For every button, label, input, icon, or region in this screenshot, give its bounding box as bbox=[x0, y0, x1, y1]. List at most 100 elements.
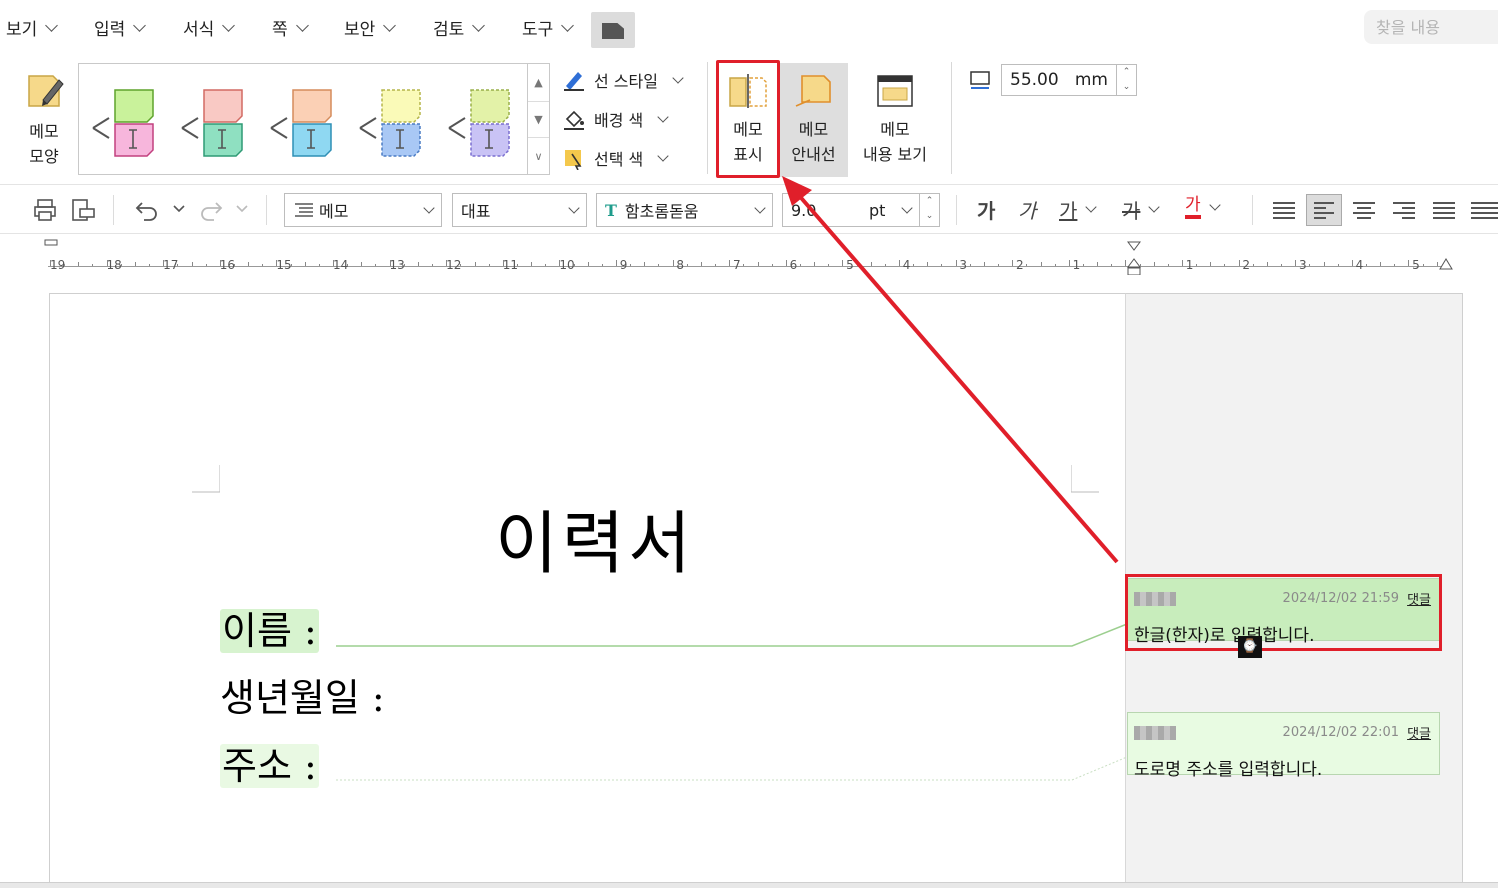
memo-width-spinner[interactable]: ⌃ ⌄ bbox=[1117, 64, 1137, 96]
memo-guide-label-2: 안내선 bbox=[791, 145, 836, 164]
background-color-button[interactable]: 배경 색 bbox=[562, 107, 669, 131]
undo-icon[interactable] bbox=[134, 197, 160, 223]
line-2 bbox=[1357, 206, 1371, 209]
memo-content-view-button[interactable]: 메모 내용 보기 bbox=[853, 72, 937, 167]
ruler-tick bbox=[644, 262, 646, 266]
ribbon-separator bbox=[951, 62, 952, 174]
undo-dropdown-icon[interactable] bbox=[166, 197, 192, 223]
line-1 bbox=[1471, 201, 1498, 204]
ruler-tick bbox=[417, 262, 419, 266]
strikethrough-button[interactable]: 가 bbox=[1122, 195, 1161, 224]
memo-style-green-pink[interactable] bbox=[91, 82, 163, 158]
selection-color-button[interactable]: 선택 색 bbox=[562, 146, 669, 170]
memo-style-peach-blue[interactable] bbox=[269, 82, 341, 158]
memo-shape-button[interactable]: 메모 모양 bbox=[18, 70, 70, 169]
menu-review[interactable]: 검토 bbox=[433, 15, 486, 40]
menu-review-label: 검토 bbox=[433, 20, 465, 40]
underline-button[interactable]: 가 bbox=[1059, 195, 1098, 224]
indent-marker-icon[interactable] bbox=[1125, 241, 1143, 277]
memo-reply-link[interactable]: 댓글 bbox=[1407, 723, 1431, 742]
line-3 bbox=[1273, 211, 1295, 214]
memo-style-pink-teal[interactable] bbox=[180, 82, 252, 158]
font-size-input[interactable]: 9.0 pt bbox=[782, 193, 920, 227]
memo-guide-button[interactable]: 메모 안내선 bbox=[781, 72, 846, 167]
font-select[interactable]: T 함초롬돋움 bbox=[596, 193, 773, 227]
style-select[interactable]: 메모 bbox=[284, 193, 442, 227]
horizontal-ruler[interactable]: 19 18 17 16 15 14 13 12 11 10 9 8 7 6 5 4 3 2 1 1 2 3 4 5 bbox=[0, 235, 1498, 277]
print-preview-icon[interactable] bbox=[70, 197, 96, 223]
paint-bucket-icon bbox=[564, 110, 584, 130]
ruler-number: 2 bbox=[1015, 258, 1024, 272]
first-line-indent-icon[interactable] bbox=[44, 239, 58, 249]
style-select-value: 메모 bbox=[319, 202, 349, 221]
line-4 bbox=[1357, 216, 1371, 219]
memo-tab-button[interactable] bbox=[591, 12, 635, 48]
memo-item[interactable]: 2024/12/02 22:01 댓글 도로명 주소를 입력합니다. bbox=[1127, 712, 1440, 780]
menu-insert[interactable]: 입력 bbox=[94, 15, 147, 40]
right-align-button[interactable] bbox=[1386, 194, 1422, 226]
memo-style-yellow-blue-dashed[interactable] bbox=[358, 82, 430, 158]
line-style-button[interactable]: 선 스타일 bbox=[562, 68, 684, 92]
redo-icon[interactable] bbox=[198, 197, 224, 223]
font-size-value: 9.0 bbox=[791, 200, 817, 220]
memo-content-view-label-2: 내용 보기 bbox=[863, 145, 927, 164]
language-select[interactable]: 대표 bbox=[452, 193, 587, 227]
memo-text[interactable]: 도로명 주소를 입력합니다. bbox=[1134, 755, 1322, 780]
document-page[interactable] bbox=[49, 293, 1125, 888]
distribute-align-button[interactable] bbox=[1426, 194, 1462, 226]
chevron-down-icon bbox=[45, 18, 59, 32]
ruler-tick bbox=[262, 264, 264, 266]
memo-style-gallery bbox=[78, 63, 528, 175]
menu-format[interactable]: 서식 bbox=[183, 15, 236, 40]
spin-down-icon[interactable]: ⌄ bbox=[1117, 80, 1136, 95]
chevron-down-icon[interactable]: ▼ bbox=[528, 101, 549, 138]
ruler-tick bbox=[1365, 264, 1367, 266]
address-field[interactable]: 주소 : bbox=[220, 735, 319, 790]
memo-content-view-icon bbox=[877, 75, 913, 107]
ruler-tick bbox=[516, 264, 518, 266]
print-icon[interactable] bbox=[32, 197, 58, 223]
ruler-tick bbox=[955, 260, 957, 266]
justify-align-button[interactable] bbox=[1266, 194, 1302, 226]
ruler-tick bbox=[828, 264, 830, 266]
hwp-window: 보기 입력 서식 쪽 보안 검토 도구 메모 모양 bbox=[0, 0, 1498, 888]
redo-dropdown-icon[interactable] bbox=[229, 197, 255, 223]
ruler-number: 1 bbox=[1185, 258, 1194, 272]
left-align-button[interactable] bbox=[1306, 194, 1342, 226]
horizontal-scrollbar[interactable] bbox=[0, 882, 1498, 888]
spin-down-icon[interactable]: ⌄ bbox=[920, 209, 939, 224]
menu-tools[interactable]: 도구 bbox=[522, 15, 575, 40]
gallery-scrollbar[interactable]: ▲ ▼ ∨ bbox=[528, 63, 550, 175]
font-size-spinner[interactable]: ⌃ ⌄ bbox=[920, 193, 940, 227]
spin-up-icon[interactable]: ⌃ bbox=[1117, 65, 1136, 80]
bold-button[interactable]: 가 bbox=[977, 195, 995, 224]
search-box[interactable] bbox=[1364, 10, 1498, 44]
menu-page[interactable]: 쪽 bbox=[272, 15, 309, 40]
search-input[interactable] bbox=[1364, 10, 1498, 44]
line-2 bbox=[1314, 206, 1326, 209]
ruler-tick bbox=[1380, 262, 1382, 266]
name-field[interactable]: 이름 : bbox=[220, 600, 319, 655]
memo-width-input[interactable]: 55.00 mm bbox=[1001, 64, 1117, 96]
italic-button[interactable]: 가 bbox=[1018, 195, 1036, 224]
spin-up-icon[interactable]: ⌃ bbox=[920, 194, 939, 209]
memo-date: 2024/12/02 22:01 bbox=[1282, 725, 1400, 740]
division-align-button[interactable] bbox=[1464, 194, 1498, 226]
font-size-unit: pt bbox=[869, 200, 886, 220]
menu-view[interactable]: 보기 bbox=[6, 15, 59, 40]
ruler-tick bbox=[1337, 264, 1339, 266]
chevron-up-icon[interactable]: ▲ bbox=[528, 64, 549, 101]
center-align-button[interactable] bbox=[1346, 194, 1382, 226]
expand-gallery-icon[interactable]: ∨ bbox=[528, 138, 549, 175]
birthdate-field[interactable]: 생년월일 : bbox=[220, 667, 385, 722]
memo-style-lime-lavender-dashed[interactable] bbox=[447, 82, 519, 158]
memo-width-icon bbox=[970, 71, 990, 89]
ruler-tick bbox=[587, 262, 589, 266]
ruler-tick bbox=[432, 264, 434, 266]
ruler-tick bbox=[1422, 264, 1424, 266]
menu-security[interactable]: 보안 bbox=[344, 15, 397, 40]
ruler-number: 11 bbox=[502, 258, 519, 272]
right-indent-marker-icon[interactable] bbox=[1437, 255, 1455, 271]
font-color-button[interactable]: 가 bbox=[1185, 195, 1221, 219]
font-color-label: 가 bbox=[1185, 195, 1201, 219]
